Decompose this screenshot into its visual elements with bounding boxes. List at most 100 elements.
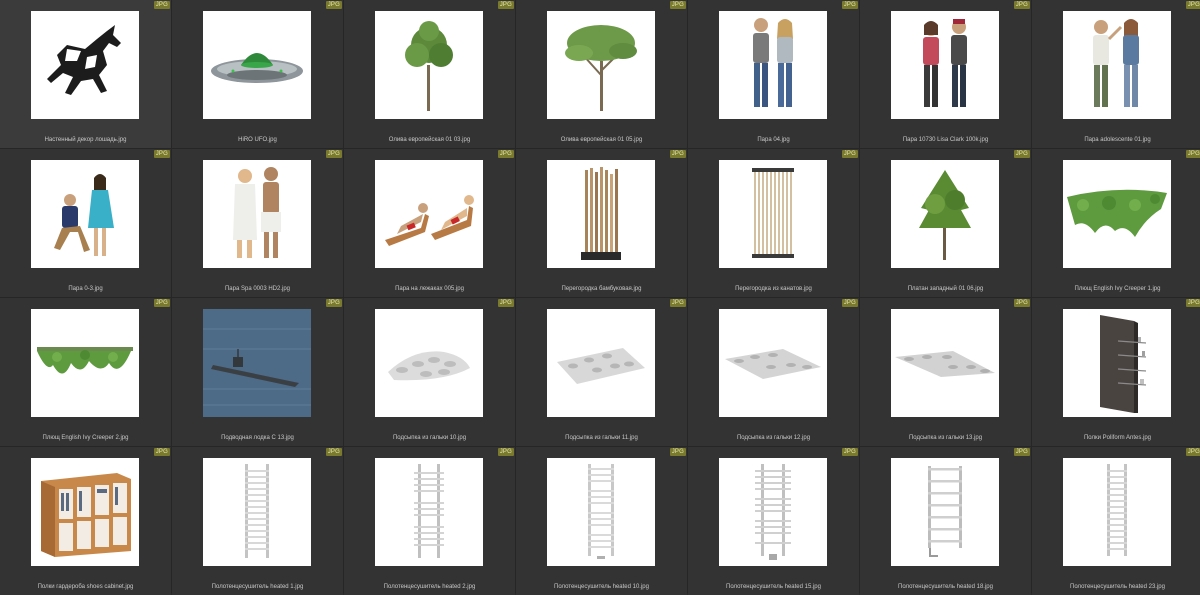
ivy-icon <box>31 309 139 417</box>
asset-tile[interactable]: JPG Перегородка из канатов.jpg <box>688 149 859 297</box>
file-name-label: Полотенцесушитель heated 10.jpg <box>554 584 649 590</box>
file-name-label: Перегородка из канатов.jpg <box>735 286 812 292</box>
file-name-label: Подводная лодка С 13.jpg <box>221 435 294 441</box>
tree-icon <box>891 160 999 268</box>
bamboo-partition-icon <box>547 160 655 268</box>
asset-tile[interactable]: JPG Пара на лежаках 005.jpg <box>344 149 515 297</box>
file-type-badge: JPG <box>153 150 170 158</box>
asset-tile[interactable]: JPG Перегородка бамбуковая.jpg <box>516 149 687 297</box>
asset-tile[interactable]: JPG Платан западный 01 06.jpg <box>860 149 1031 297</box>
file-type-badge: JPG <box>1185 150 1200 158</box>
rope-partition-icon <box>719 160 827 268</box>
file-type-badge: JPG <box>325 150 342 158</box>
asset-tile[interactable]: JPG Полки Poliform Antes.jpg <box>1032 298 1200 446</box>
file-name-label: Настенный декор лошадь.jpg <box>44 137 127 143</box>
submarine-icon <box>203 309 311 417</box>
asset-tile[interactable]: JPG Пара adolescente 01.jpg <box>1032 0 1200 148</box>
file-type-badge: JPG <box>325 299 342 307</box>
file-name-label: Пара adolescente 01.jpg <box>1084 137 1151 143</box>
file-name-label: Полки гардероба shoes cabinet.jpg <box>37 584 134 590</box>
asset-tile[interactable]: JPG Полки гардероба shoes cabinet.jpg <box>0 447 171 595</box>
asset-tile[interactable]: JPG Полотенцесушитель heated 18.jpg <box>860 447 1031 595</box>
file-type-badge: JPG <box>1013 150 1030 158</box>
ivy-icon <box>1063 160 1171 268</box>
asset-tile[interactable]: JPG Пара 04.jpg <box>688 0 859 148</box>
asset-browser-grid: JPG Настенный декор лошадь.jpg JPG HiRO … <box>0 0 1200 595</box>
file-name-label: Пара 04.jpg <box>757 137 790 143</box>
file-type-badge: JPG <box>153 1 170 9</box>
file-type-badge: JPG <box>841 150 858 158</box>
asset-tile[interactable]: JPG Плющ English Ivy Creeper 1.jpg <box>1032 149 1200 297</box>
file-name-label: Полотенцесушитель heated 18.jpg <box>898 584 993 590</box>
file-name-label: HiRO UFO.jpg <box>238 137 277 143</box>
file-name-label: Пара на лежаках 005.jpg <box>395 286 464 292</box>
file-type-badge: JPG <box>669 299 686 307</box>
file-type-badge: JPG <box>497 150 514 158</box>
tree-icon <box>375 11 483 119</box>
file-name-label: Подсыпка из гальки 10.jpg <box>392 435 467 441</box>
file-type-badge: JPG <box>1185 448 1200 456</box>
loungers-icon <box>375 160 483 268</box>
wardrobe-icon <box>31 458 139 566</box>
asset-tile[interactable]: JPG Полотенцесушитель heated 2.jpg <box>344 447 515 595</box>
towel-rail-icon <box>1063 458 1171 566</box>
file-name-label: Плющ English Ivy Creeper 1.jpg <box>1074 286 1161 292</box>
file-type-badge: JPG <box>325 448 342 456</box>
tree-icon <box>547 11 655 119</box>
pebbles-icon <box>547 309 655 417</box>
asset-tile[interactable]: JPG Полотенцесушитель heated 10.jpg <box>516 447 687 595</box>
couple-icon <box>891 11 999 119</box>
file-name-label: Платан западный 01 06.jpg <box>907 286 984 292</box>
asset-tile[interactable]: JPG Олива европейская 01 05.jpg <box>516 0 687 148</box>
file-name-label: Пара Spa 0003 HD2.jpg <box>224 286 291 292</box>
file-name-label: Перегородка бамбуковая.jpg <box>561 286 642 292</box>
couple-icon <box>203 160 311 268</box>
file-name-label: Подсыпка из гальки 12.jpg <box>736 435 811 441</box>
file-type-badge: JPG <box>497 448 514 456</box>
asset-tile[interactable]: JPG Полотенцесушитель heated 23.jpg <box>1032 447 1200 595</box>
file-name-label: Полотенцесушитель heated 23.jpg <box>1070 584 1165 590</box>
towel-rail-icon <box>203 458 311 566</box>
file-type-badge: JPG <box>841 448 858 456</box>
asset-tile[interactable]: JPG Подсыпка из гальки 11.jpg <box>516 298 687 446</box>
file-type-badge: JPG <box>669 1 686 9</box>
file-name-label: Полотенцесушитель heated 2.jpg <box>383 584 476 590</box>
shelf-icon <box>1063 309 1171 417</box>
file-name-label: Пара 10730 Lisa Clark 100k.jpg <box>902 137 989 143</box>
ufo-icon <box>203 11 311 119</box>
file-name-label: Подсыпка из гальки 13.jpg <box>908 435 983 441</box>
file-name-label: Олива европейская 01 03.jpg <box>388 137 471 143</box>
asset-tile[interactable]: JPG Олива европейская 01 03.jpg <box>344 0 515 148</box>
file-name-label: Плющ English Ivy Creeper 2.jpg <box>42 435 129 441</box>
towel-rail-icon <box>375 458 483 566</box>
couple-icon <box>719 11 827 119</box>
asset-tile[interactable]: JPG Пара 0-3.jpg <box>0 149 171 297</box>
asset-tile[interactable]: JPG Плющ English Ivy Creeper 2.jpg <box>0 298 171 446</box>
file-type-badge: JPG <box>669 150 686 158</box>
asset-tile[interactable]: JPG Подсыпка из гальки 12.jpg <box>688 298 859 446</box>
towel-rail-icon <box>719 458 827 566</box>
pebbles-icon <box>891 309 999 417</box>
asset-tile[interactable]: JPG Полотенцесушитель heated 1.jpg <box>172 447 343 595</box>
asset-tile[interactable]: JPG Пара Spa 0003 HD2.jpg <box>172 149 343 297</box>
file-type-badge: JPG <box>841 299 858 307</box>
file-type-badge: JPG <box>153 299 170 307</box>
asset-tile[interactable]: JPG HiRO UFO.jpg <box>172 0 343 148</box>
file-name-label: Пара 0-3.jpg <box>68 286 103 292</box>
asset-tile[interactable]: JPG Полотенцесушитель heated 15.jpg <box>688 447 859 595</box>
asset-tile[interactable]: JPG Пара 10730 Lisa Clark 100k.jpg <box>860 0 1031 148</box>
file-type-badge: JPG <box>1013 448 1030 456</box>
file-type-badge: JPG <box>841 1 858 9</box>
file-type-badge: JPG <box>1013 299 1030 307</box>
asset-tile[interactable]: JPG Подсыпка из гальки 13.jpg <box>860 298 1031 446</box>
file-type-badge: JPG <box>1185 1 1200 9</box>
file-type-badge: JPG <box>669 448 686 456</box>
asset-tile[interactable]: JPG Подсыпка из гальки 10.jpg <box>344 298 515 446</box>
file-type-badge: JPG <box>153 448 170 456</box>
towel-rail-icon <box>891 458 999 566</box>
file-name-label: Полотенцесушитель heated 1.jpg <box>211 584 304 590</box>
asset-tile[interactable]: JPG Подводная лодка С 13.jpg <box>172 298 343 446</box>
file-name-label: Подсыпка из гальки 11.jpg <box>565 435 638 441</box>
file-type-badge: JPG <box>1185 299 1200 307</box>
asset-tile[interactable]: JPG Настенный декор лошадь.jpg <box>0 0 171 148</box>
